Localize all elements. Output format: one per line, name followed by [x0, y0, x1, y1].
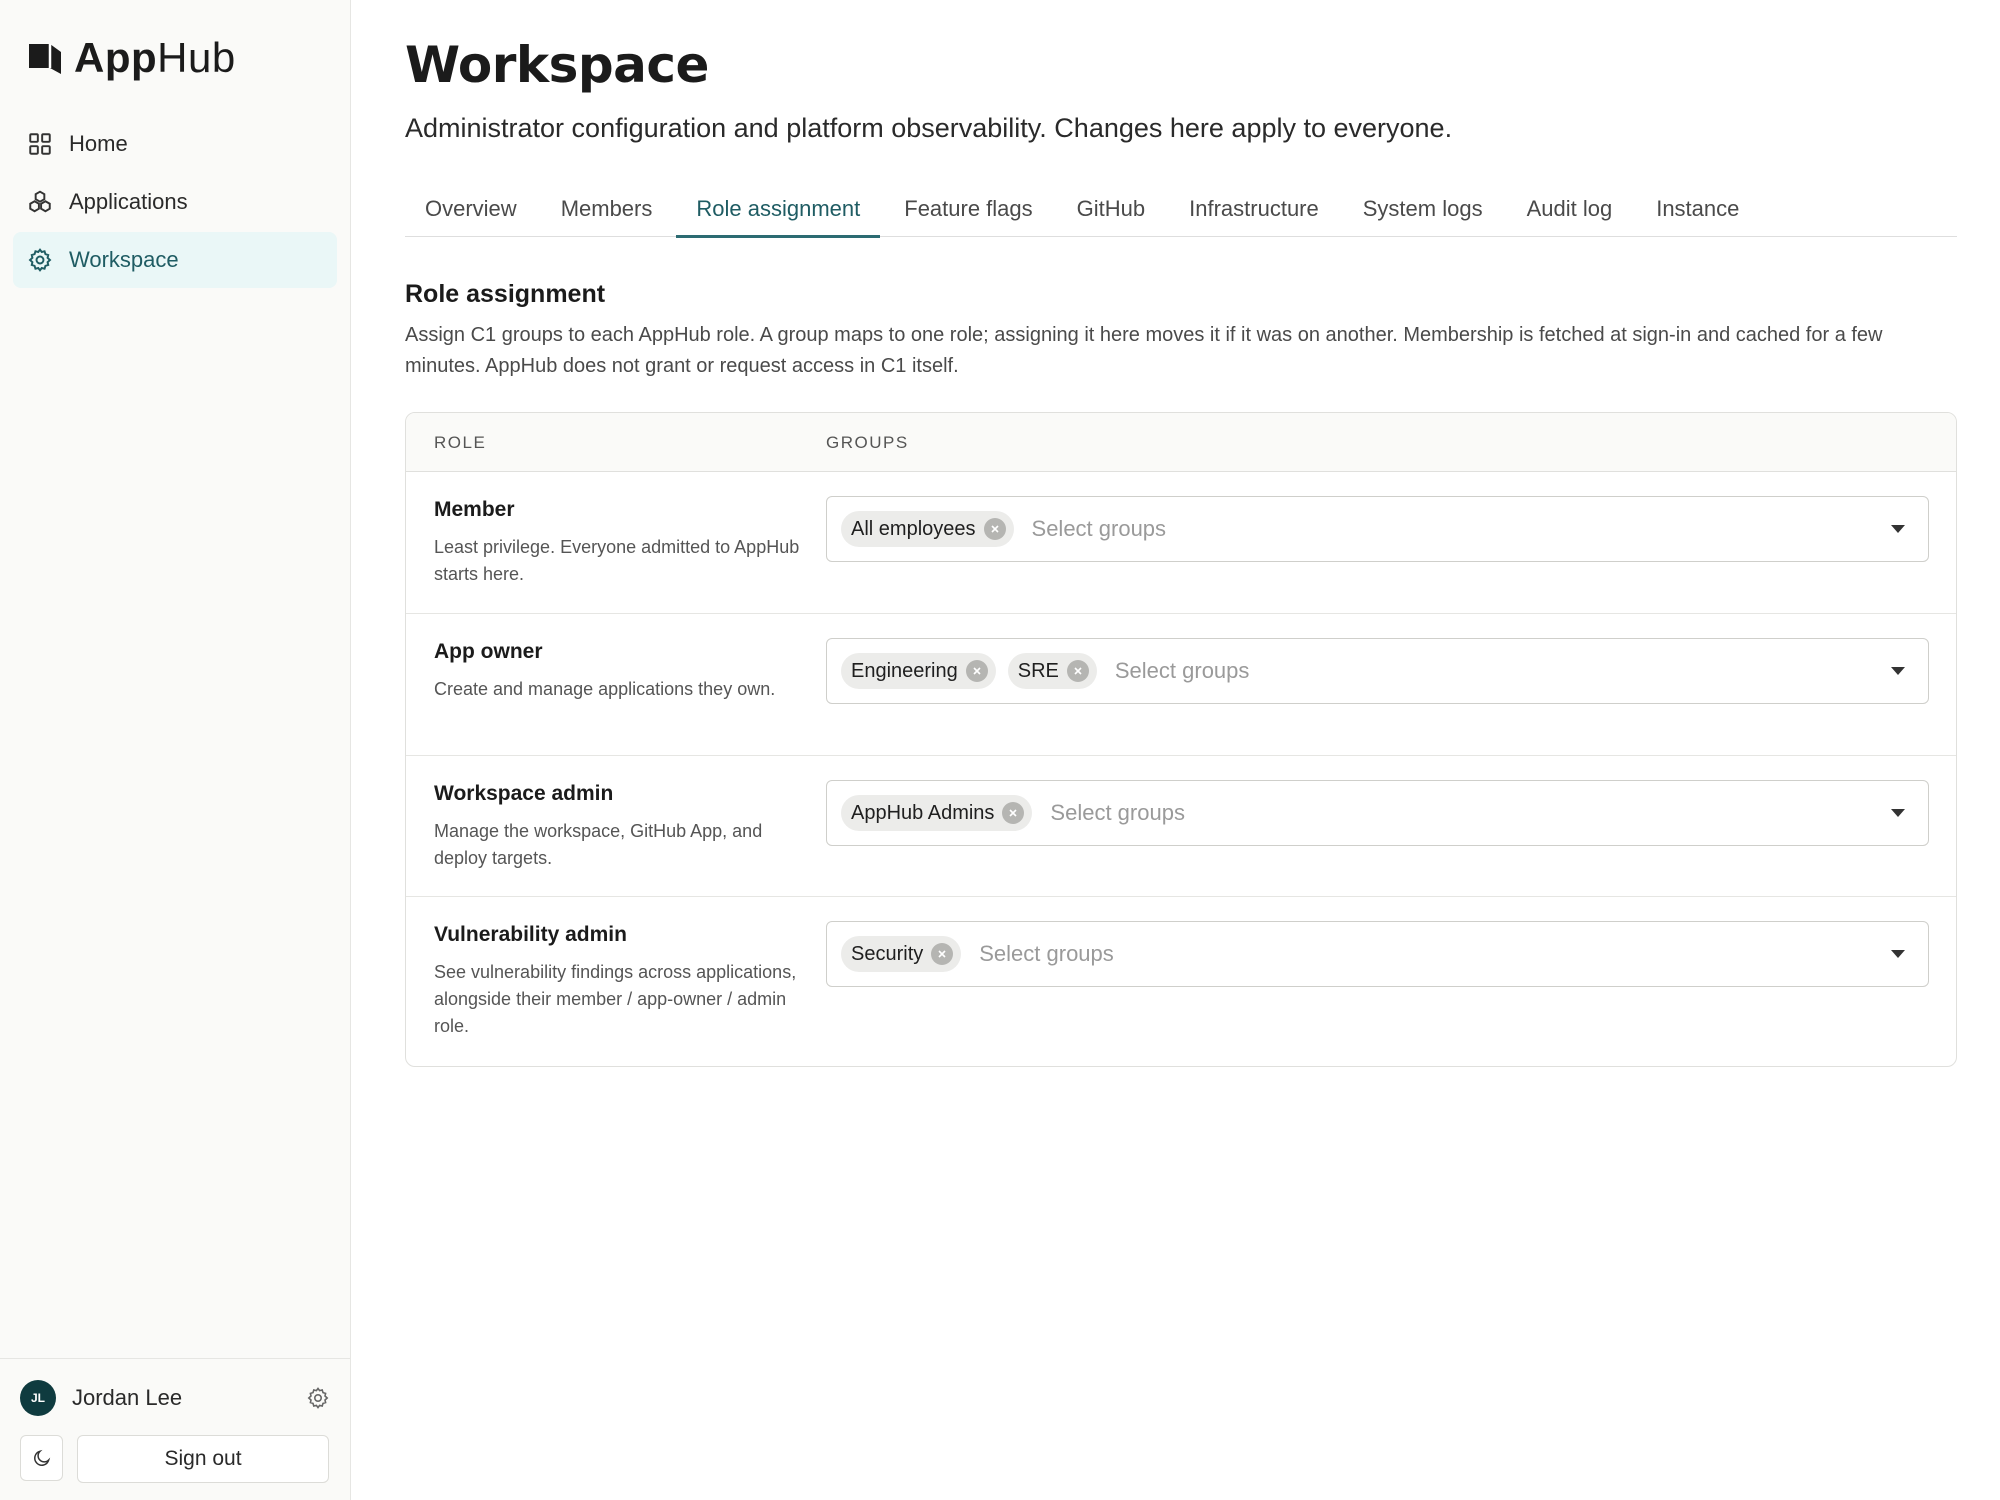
workspace-tabs: Overview Members Role assignment Feature…	[405, 180, 1957, 238]
brand-name: AppHub	[74, 34, 236, 82]
sidebar-footer: JL Jordan Lee Sign out	[0, 1358, 350, 1500]
table-row: Vulnerability admin See vulnerability fi…	[406, 897, 1956, 1066]
apps-icon	[29, 190, 51, 213]
chevron-down-icon[interactable]	[1890, 808, 1906, 818]
sidebar-item-home[interactable]: Home	[13, 116, 337, 172]
tab-audit-log[interactable]: Audit log	[1507, 180, 1633, 237]
tab-overview[interactable]: Overview	[405, 180, 537, 237]
sidebar-item-label: Home	[69, 131, 128, 156]
section-title: Role assignment	[405, 280, 606, 308]
group-search-input[interactable]	[973, 941, 1928, 967]
brand-name-light: Hub	[157, 34, 236, 81]
group-chip-label: SRE	[1017, 659, 1059, 682]
sidebar-item-label: Applications	[69, 189, 188, 214]
tab-role-assignment[interactable]: Role assignment	[676, 180, 881, 238]
remove-chip-icon[interactable]	[1002, 802, 1025, 824]
remove-chip-icon[interactable]	[965, 660, 988, 682]
group-chip-label: Security	[851, 942, 924, 965]
table-row: App owner Create and manage applications…	[406, 614, 1956, 756]
group-chip: Security	[841, 936, 962, 972]
group-search-input[interactable]	[1044, 800, 1928, 826]
chevron-down-icon[interactable]	[1890, 524, 1906, 534]
group-select[interactable]: Security	[826, 921, 1929, 987]
group-search-input[interactable]	[1025, 516, 1928, 542]
brand-name-strong: App	[74, 34, 158, 81]
page-subtitle: Administrator configuration and platform…	[405, 113, 1453, 143]
role-name: Workspace admin	[434, 782, 614, 805]
sidebar-item-workspace[interactable]: Workspace	[13, 232, 337, 288]
group-select[interactable]: Engineering SRE	[826, 638, 1929, 704]
tab-infrastructure[interactable]: Infrastructure	[1169, 180, 1339, 237]
table-header: ROLE GROUPS	[406, 413, 1956, 472]
group-select[interactable]: AppHub Admins	[826, 780, 1929, 846]
page-title: Workspace	[405, 36, 709, 94]
group-chip: Engineering	[841, 653, 996, 689]
group-chip: All employees	[841, 511, 1014, 547]
user-profile: JL Jordan Lee	[20, 1379, 330, 1417]
group-chip-label: AppHub Admins	[851, 801, 995, 824]
group-chip-label: All employees	[851, 517, 976, 540]
role-description: Create and manage applications they own.	[434, 679, 776, 699]
tab-github[interactable]: GitHub	[1057, 180, 1165, 237]
theme-toggle-button[interactable]	[20, 1435, 63, 1481]
sidebar: AppHub Home Applications Workspace JL Jo…	[0, 0, 351, 1500]
sidebar-item-label: Workspace	[69, 247, 179, 272]
role-assignment-table: ROLE GROUPS Member Least privilege. Ever…	[405, 412, 1957, 1067]
user-name: Jordan Lee	[72, 1385, 183, 1410]
tab-members[interactable]: Members	[541, 180, 673, 237]
sidebar-nav: Home Applications Workspace	[13, 116, 337, 290]
moon-icon	[33, 1449, 50, 1466]
table-row: Member Least privilege. Everyone admitte…	[406, 472, 1956, 614]
role-name: Vulnerability admin	[434, 923, 627, 946]
group-chip: AppHub Admins	[841, 795, 1033, 831]
role-description: See vulnerability findings across applic…	[434, 962, 797, 1036]
role-description: Manage the workspace, GitHub App, and de…	[434, 821, 763, 868]
chevron-down-icon[interactable]	[1890, 949, 1906, 959]
role-name: App owner	[434, 640, 543, 663]
remove-chip-icon[interactable]	[931, 943, 954, 965]
tab-system-logs[interactable]: System logs	[1343, 180, 1503, 237]
column-header-groups: GROUPS	[826, 433, 909, 452]
gear-icon	[28, 248, 52, 272]
settings-gear-icon[interactable]	[306, 1386, 330, 1410]
remove-chip-icon[interactable]	[983, 518, 1006, 540]
column-header-role: ROLE	[434, 433, 487, 452]
brand-logo[interactable]: AppHub	[26, 34, 236, 82]
table-row: Workspace admin Manage the workspace, Gi…	[406, 756, 1956, 897]
apphub-logo-icon	[29, 44, 61, 74]
tab-instance[interactable]: Instance	[1636, 180, 1759, 237]
group-search-input[interactable]	[1108, 658, 1928, 684]
avatar[interactable]: JL	[20, 1380, 56, 1416]
sidebar-item-applications[interactable]: Applications	[13, 174, 337, 230]
tab-feature-flags[interactable]: Feature flags	[884, 180, 1052, 237]
section-description: Assign C1 groups to each AppHub role. A …	[405, 324, 1883, 377]
sign-out-button[interactable]: Sign out	[77, 1435, 329, 1483]
chevron-down-icon[interactable]	[1890, 666, 1906, 676]
role-description: Least privilege. Everyone admitted to Ap…	[434, 537, 800, 584]
role-name: Member	[434, 498, 515, 521]
group-chip: SRE	[1007, 653, 1097, 689]
remove-chip-icon[interactable]	[1066, 660, 1089, 682]
group-chip-label: Engineering	[851, 659, 958, 682]
grid-icon	[29, 133, 51, 155]
group-select[interactable]: All employees	[826, 496, 1929, 562]
